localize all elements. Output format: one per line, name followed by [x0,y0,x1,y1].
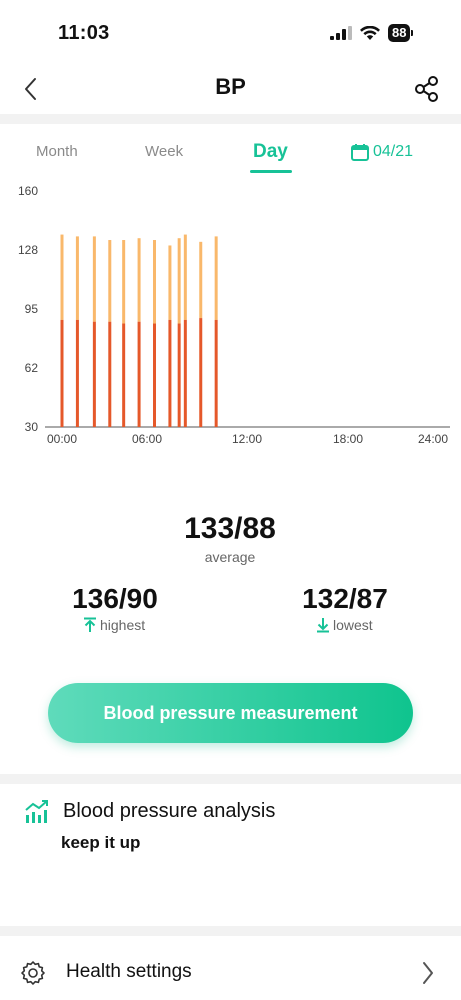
bar-systolic [168,245,172,320]
arrow-down-icon [317,618,329,633]
x-tick-label: 24:00 [417,432,449,446]
highest-label: highest [100,617,146,633]
section-divider [0,774,461,784]
date-selector[interactable]: 04/21 [351,143,413,161]
x-tick-label: 00:00 [46,432,78,446]
chevron-right-icon [423,962,433,984]
highest-caption: highest [82,617,145,633]
lowest-value: 132/87 [302,583,388,614]
bar-systolic [60,234,64,320]
average-value: 133/88 [184,512,276,545]
bar-systolic [108,240,112,322]
trend-chart-icon [25,800,48,823]
bar-diastolic [183,319,187,427]
tab-day[interactable]: Day [253,141,288,163]
bar-systolic [183,234,187,320]
bar-systolic [92,236,96,322]
section-divider [0,114,461,124]
bar-diastolic [168,319,172,427]
tab-active-indicator [250,170,292,173]
arrow-up-icon [84,617,96,632]
analysis-title: Blood pressure analysis [63,800,276,822]
bar-diastolic [137,321,141,427]
share-button[interactable] [412,74,442,104]
lowest-caption: lowest [315,617,373,633]
analysis-subtitle: keep it up [61,833,141,852]
date-label: 04/21 [373,143,414,160]
health-settings-row[interactable]: Health settings [0,940,461,1000]
battery-indicator: 88 [388,24,411,42]
bp-bar-chart [45,234,450,428]
bar-systolic [199,241,203,319]
bar-systolic [214,236,218,320]
bar-diastolic [199,318,203,427]
bar-group [60,234,218,427]
highest-value: 136/90 [72,583,158,614]
tab-month[interactable]: Month [36,143,78,160]
bar-diastolic [92,321,96,427]
calendar-icon [351,144,369,161]
bar-diastolic [122,323,126,427]
page-title: BP [215,74,246,99]
bar-systolic [137,238,141,322]
bar-diastolic [177,323,181,427]
bar-diastolic [60,319,64,427]
blood-pressure-measurement-button[interactable]: Blood pressure measurement [48,683,413,743]
analysis-icon-wrap [24,799,50,830]
section-divider [0,926,461,936]
tab-week[interactable]: Week [145,143,183,160]
bar-diastolic [75,319,79,427]
bar-systolic [153,240,156,324]
wifi-icon [360,25,380,40]
share-icon [415,76,438,102]
status-icons: 88 [330,24,414,42]
x-tick-label: 12:00 [231,432,263,446]
battery-tip [411,30,414,36]
bar-systolic [177,238,181,324]
bar-systolic [122,240,126,324]
bar-diastolic [214,319,218,427]
health-settings-label: Health settings [66,961,192,982]
average-label: average [204,549,256,565]
bar-diastolic [108,321,112,427]
status-time: 11:03 [58,22,110,44]
x-tick-label: 18:00 [332,432,364,446]
gear-icon [21,961,45,985]
x-tick-label: 06:00 [131,432,163,446]
lowest-label: lowest [333,617,373,633]
bar-systolic [75,236,79,320]
bar-diastolic [153,323,156,427]
cellular-signal-icon [330,26,352,40]
